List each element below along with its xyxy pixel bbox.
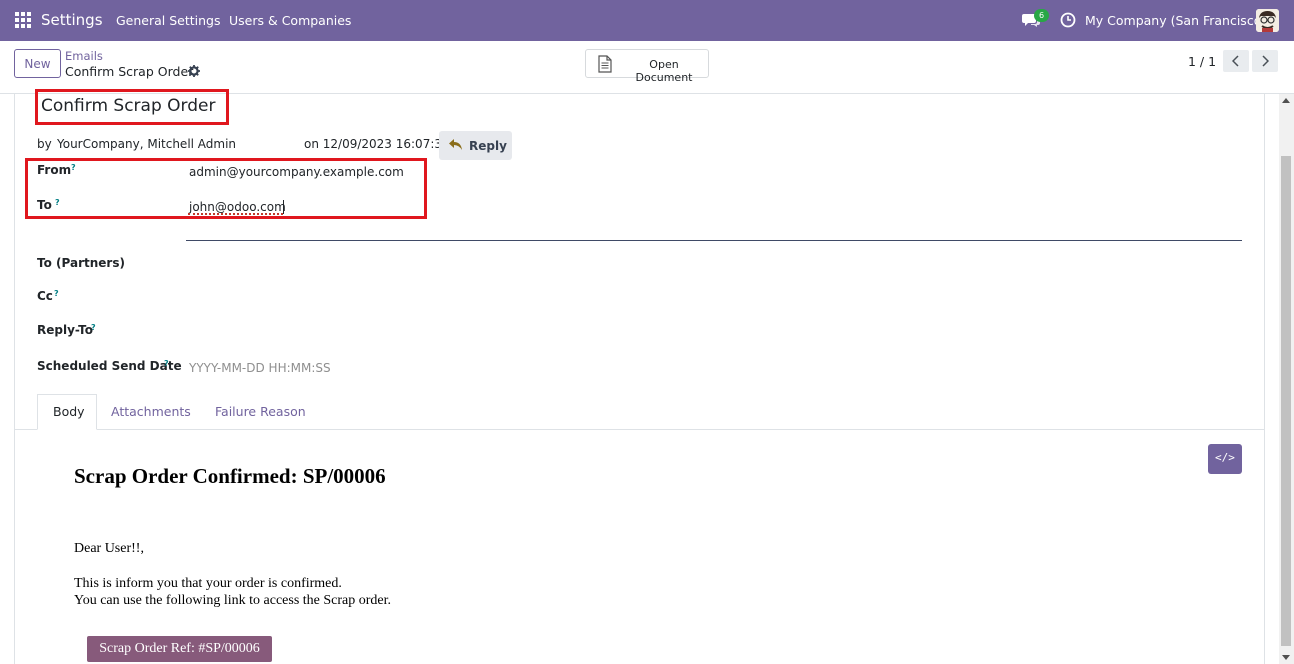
breadcrumb-emails[interactable]: Emails: [65, 49, 103, 63]
email-line-1: This is inform you that your order is co…: [74, 576, 342, 591]
sent-date: on 12/09/2023 16:07:36: [304, 137, 450, 151]
cc-help-icon[interactable]: ?: [54, 289, 59, 298]
control-panel: New Emails Confirm Scrap Order Open Docu…: [0, 41, 1294, 94]
sheet-right-border: [1264, 94, 1265, 664]
chat-count-badge: 6: [1034, 9, 1049, 22]
email-heading: Scrap Order Confirmed: SP/00006: [74, 464, 386, 488]
to-partners-label: To (Partners): [37, 256, 125, 270]
pager-next-button[interactable]: [1252, 50, 1278, 72]
cc-label: Cc: [37, 289, 53, 303]
new-button[interactable]: New: [14, 49, 61, 78]
menu-users-companies[interactable]: Users & Companies: [229, 13, 351, 28]
tab-body-label: Body: [53, 404, 85, 419]
avatar-face-icon: [1256, 9, 1279, 32]
gear-icon[interactable]: [188, 65, 200, 77]
open-document-label: Open Document: [635, 58, 693, 84]
tab-attachments[interactable]: Attachments: [111, 404, 191, 419]
app-name[interactable]: Settings: [41, 11, 103, 29]
pager-value[interactable]: 1 / 1: [1188, 54, 1216, 69]
email-line-2: You can use the following link to access…: [74, 593, 392, 608]
reply-label: Reply: [469, 139, 507, 153]
chevron-left-icon: [1232, 55, 1239, 67]
reply-button[interactable]: Reply: [439, 131, 512, 160]
open-document-button[interactable]: Open Document: [585, 49, 709, 84]
company-switcher[interactable]: My Company (San Francisco): [1085, 13, 1266, 28]
from-to-highlight-box: [25, 158, 427, 219]
tab-failure-reason[interactable]: Failure Reason: [215, 404, 306, 419]
scheduled-date-input[interactable]: YYYY-MM-DD HH:MM:SS: [189, 361, 331, 375]
reply-arrow-icon: [449, 139, 462, 150]
reply-to-label: Reply-To: [37, 323, 93, 337]
menu-general-settings[interactable]: General Settings: [116, 13, 221, 28]
vertical-scrollbar[interactable]: [1279, 94, 1294, 664]
tab-body[interactable]: Body: [37, 394, 97, 430]
apps-grid-icon[interactable]: [15, 12, 31, 28]
scroll-up-arrow-icon[interactable]: [1282, 98, 1290, 103]
scrap-order-ref-button[interactable]: Scrap Order Ref: #SP/00006: [87, 636, 272, 662]
tabs-baseline: [15, 429, 1264, 430]
clock-icon[interactable]: [1060, 12, 1076, 28]
code-icon: </>: [1215, 451, 1235, 464]
top-navbar: Settings General Settings Users & Compan…: [0, 0, 1294, 41]
input-separator: [186, 240, 1242, 241]
pager-previous-button[interactable]: [1223, 50, 1249, 72]
author-name: YourCompany, Mitchell Admin: [57, 137, 237, 151]
scroll-down-arrow-icon[interactable]: [1282, 655, 1290, 660]
document-icon: [598, 55, 612, 73]
title-highlight-box: [35, 89, 229, 125]
email-greeting: Dear User!!,: [74, 541, 144, 556]
code-view-button[interactable]: </>: [1208, 444, 1242, 474]
author-prefix: by: [37, 137, 52, 151]
reply-to-help-icon[interactable]: ?: [91, 323, 96, 332]
scheduled-date-help-icon[interactable]: ?: [164, 359, 169, 368]
scrollbar-thumb[interactable]: [1281, 156, 1291, 646]
sheet-left-border: [14, 94, 15, 664]
user-avatar[interactable]: [1256, 9, 1279, 32]
breadcrumb-current: Confirm Scrap Order: [65, 64, 194, 79]
chevron-right-icon: [1262, 55, 1269, 67]
scheduled-date-label: Scheduled Send Date: [37, 359, 182, 373]
